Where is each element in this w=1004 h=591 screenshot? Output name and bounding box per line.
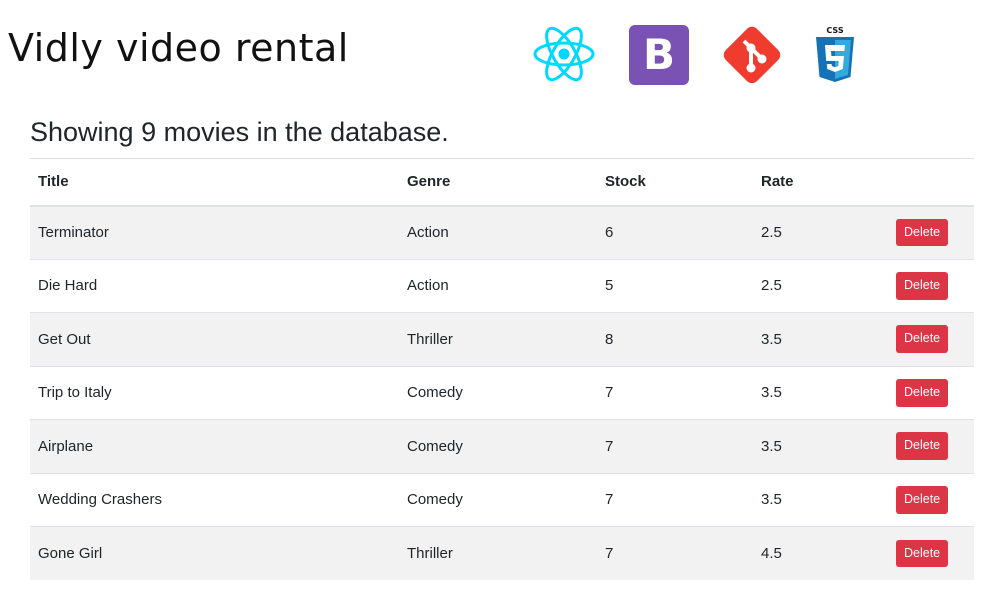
movie-genre: Comedy: [399, 365, 597, 420]
delete-button[interactable]: Delete: [896, 432, 949, 461]
column-header-action: [888, 158, 974, 207]
movie-title: Trip to Italy: [30, 365, 399, 420]
table-row: Die Hard Action 5 2.5 Delete: [30, 258, 974, 313]
page-heading: Showing 9 movies in the database.: [30, 117, 449, 147]
app-title: Vidly video rental: [8, 26, 349, 70]
table-row: Terminator Action 6 2.5 Delete: [30, 205, 974, 259]
movie-genre: Thriller: [399, 526, 597, 580]
delete-button[interactable]: Delete: [896, 271, 949, 300]
movie-title: Get Out: [30, 312, 399, 366]
movie-genre: Comedy: [399, 419, 597, 473]
git-logo-icon: [723, 26, 781, 84]
movie-title: Wedding Crashers: [30, 472, 399, 527]
delete-button[interactable]: Delete: [896, 485, 949, 514]
column-header-title[interactable]: Title: [30, 158, 399, 207]
movie-genre: Action: [399, 205, 597, 259]
table-header-row: Title Genre Stock Rate: [30, 158, 974, 207]
svg-text:CSS: CSS: [826, 26, 843, 35]
movie-genre: Thriller: [399, 312, 597, 366]
delete-button[interactable]: Delete: [896, 325, 949, 354]
delete-button[interactable]: Delete: [896, 218, 949, 247]
movie-rate: 2.5: [753, 205, 888, 259]
table-row: Wedding Crashers Comedy 7 3.5 Delete: [30, 472, 974, 527]
delete-button[interactable]: Delete: [896, 378, 949, 407]
bootstrap-logo-icon: B: [629, 25, 689, 85]
movie-genre: Action: [399, 258, 597, 313]
column-header-rate[interactable]: Rate: [753, 158, 888, 207]
movie-rate: 4.5: [753, 526, 888, 580]
movie-title: Terminator: [30, 205, 399, 259]
movie-rate: 3.5: [753, 419, 888, 473]
movie-stock: 6: [597, 205, 753, 259]
table-row: Gone Girl Thriller 7 4.5 Delete: [30, 526, 974, 580]
movie-title: Gone Girl: [30, 526, 399, 580]
delete-button[interactable]: Delete: [896, 539, 949, 568]
react-logo-icon: [533, 26, 595, 82]
movie-title: Die Hard: [30, 258, 399, 313]
movie-genre: Comedy: [399, 472, 597, 527]
movie-title: Airplane: [30, 419, 399, 473]
table-row: Trip to Italy Comedy 7 3.5 Delete: [30, 365, 974, 420]
movie-stock: 7: [597, 526, 753, 580]
movies-table: Title Genre Stock Rate Terminator Action…: [30, 158, 974, 580]
table-row: Airplane Comedy 7 3.5 Delete: [30, 419, 974, 473]
movie-rate: 3.5: [753, 312, 888, 366]
movie-rate: 2.5: [753, 258, 888, 313]
movie-rate: 3.5: [753, 365, 888, 420]
column-header-genre[interactable]: Genre: [399, 158, 597, 207]
css3-logo-icon: CSS: [816, 26, 854, 82]
movie-stock: 7: [597, 472, 753, 527]
table-row: Get Out Thriller 8 3.5 Delete: [30, 312, 974, 366]
movie-stock: 7: [597, 365, 753, 420]
movie-stock: 8: [597, 312, 753, 366]
movie-rate: 3.5: [753, 472, 888, 527]
column-header-stock[interactable]: Stock: [597, 158, 753, 207]
movie-stock: 7: [597, 419, 753, 473]
movie-stock: 5: [597, 258, 753, 313]
